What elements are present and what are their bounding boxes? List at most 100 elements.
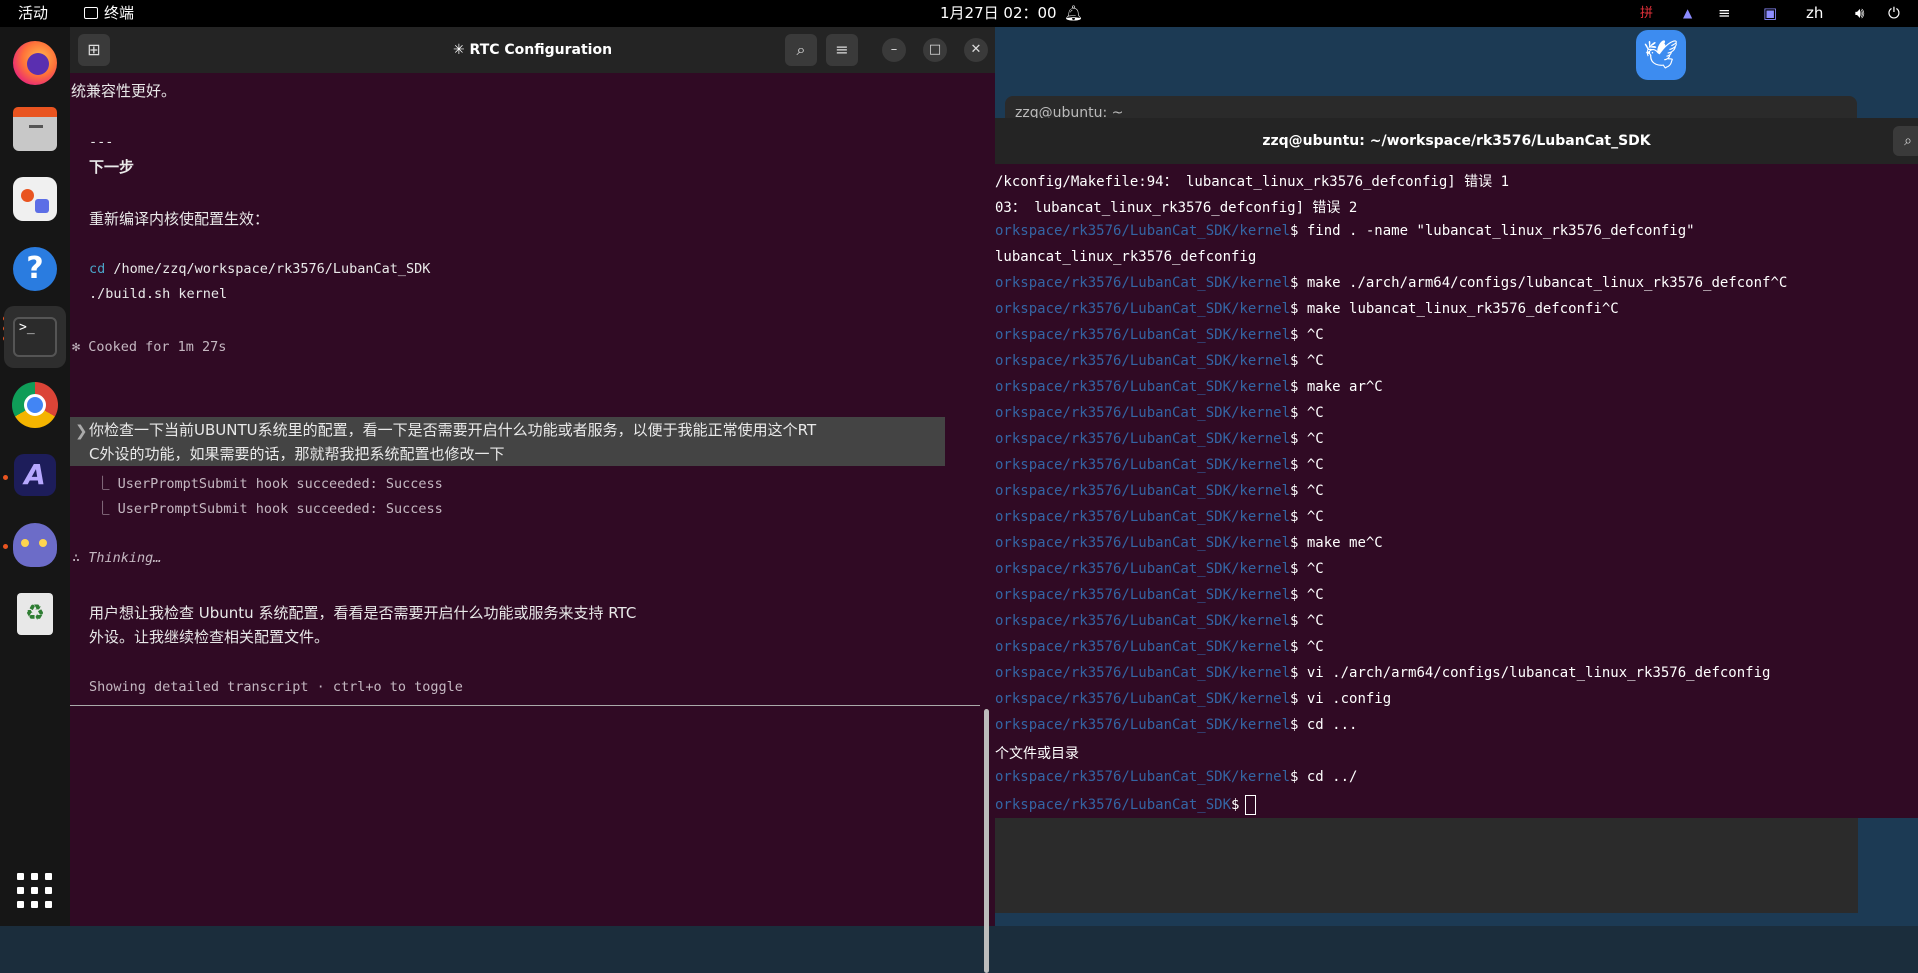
shell-prompt-path: orkspace/rk3576/LubanCat_SDK/kernel [995,431,1291,447]
cat-app-icon[interactable] [11,521,59,569]
bird-app-icon[interactable]: 🕊︎ [1636,30,1686,80]
terminal-line: orkspace/rk3576/LubanCat_SDK/kernel$ ^C [995,405,1324,421]
terminal-line: orkspace/rk3576/LubanCat_SDK/kernel$ vi … [995,691,1391,707]
shell-prompt-path: orkspace/rk3576/LubanCat_SDK/kernel [995,483,1291,499]
input-language[interactable]: zh [1806,0,1823,27]
terminal-text: $ ^C [1290,353,1324,369]
code-keyword: cd [89,261,106,277]
terminal-text: $ ^C [1290,561,1324,577]
shell-terminal-window: zzq@ubuntu: ~/workspace/rk3576/LubanCat_… [995,118,1918,818]
transcript[interactable]: 统兼容性更好。 --- 下一步 重新编译内核使配置生效： cd /home/zz… [70,73,995,973]
firefox-icon[interactable] [11,39,59,87]
terminal-line: orkspace/rk3576/LubanCat_SDK/kernel$ ^C [995,431,1324,447]
app-menu[interactable]: 终端 [84,0,134,27]
claude-tray-icon[interactable]: ▲ [1683,0,1692,27]
terminal-text: $ make lubancat_linux_rk3576_defconfi^C [1290,301,1619,317]
terminal-text: $ ^C [1290,483,1324,499]
shell-prompt-path: orkspace/rk3576/LubanCat_SDK/kernel [995,691,1291,707]
shell-prompt-path: orkspace/rk3576/LubanCat_SDK/kernel [995,223,1291,239]
terminal-text: $ ^C [1290,457,1324,473]
window-header: ⊞ ✳ RTC Configuration ⌕ ≡ – □ ✕ [70,27,995,73]
terminal-line: orkspace/rk3576/LubanCat_SDK/kernel$ ^C [995,353,1324,369]
app-tray-icon[interactable]: ▣ [1763,0,1777,27]
shell-prompt-path: orkspace/rk3576/LubanCat_SDK/kernel [995,561,1291,577]
section-heading: 下一步 [89,158,135,176]
terminal-line: orkspace/rk3576/LubanCat_SDK$ [995,795,1257,815]
chrome-icon[interactable] [11,381,59,429]
terminal-text: $ make ar^C [1290,379,1383,395]
clock[interactable]: 1月27日 02：00 [940,0,1057,27]
code-line: ./build.sh kernel [89,286,228,302]
search-icon[interactable]: ⌕ [1893,126,1918,156]
terminal-text: /kconfig/Makefile:94： lubancat_linux_rk3… [995,174,1510,190]
terminal-text: $ ^C [1290,327,1324,343]
code-arg: /home/zzq/workspace/rk3576/LubanCat_SDK [105,261,431,277]
running-indicator [3,475,8,480]
power-icon[interactable]: ⏻ [1888,0,1900,27]
terminal-line: 03： lubancat_linux_rk3576_defconfig] 错误 … [995,197,1357,217]
background-window-body [995,818,1858,913]
show-apps-icon[interactable] [11,867,59,915]
terminal-line: orkspace/rk3576/LubanCat_SDK/kernel$ cd … [995,769,1357,785]
stats-icon[interactable]: ≡ [1718,0,1731,27]
hook-status: ⎿ UserPromptSubmit hook succeeded: Succe… [96,501,443,517]
terminal-text: $ [1231,797,1240,813]
terminal-text: 个文件或目录 [995,746,1079,762]
hook-status: ⎿ UserPromptSubmit hook succeeded: Succe… [96,476,443,492]
terminal-line: orkspace/rk3576/LubanCat_SDK/kernel$ ^C [995,483,1324,499]
terminal-line: lubancat_linux_rk3576_defconfig [995,249,1256,265]
files-icon[interactable] [11,107,59,155]
help-icon[interactable]: ? [11,245,59,293]
terminal-text: $ ^C [1290,639,1324,655]
shell-prompt-path: orkspace/rk3576/LubanCat_SDK/kernel [995,327,1291,343]
user-prompt-line: 你检查一下当前UBUNTU系统里的配置，看一下是否需要开启什么功能或者服务，以便… [89,421,817,439]
scrollbar[interactable] [984,709,989,973]
minimize-icon[interactable]: – [882,38,906,62]
shell-prompt-path: orkspace/rk3576/LubanCat_SDK/kernel [995,717,1291,733]
menu-icon[interactable]: ≡ [826,34,858,66]
terminal-line: 个文件或目录 [995,743,1079,763]
shell-prompt-path: orkspace/rk3576/LubanCat_SDK/kernel [995,379,1291,395]
terminal-line: orkspace/rk3576/LubanCat_SDK/kernel$ ^C [995,509,1324,525]
bell-icon: 🔔︎ [1064,4,1084,22]
footer-hint: Showing detailed transcript · ctrl+o to … [89,679,463,695]
terminal-text: $ ^C [1290,405,1324,421]
search-icon[interactable]: ⌕ [785,34,817,66]
text-line: 外设。让我继续检查相关配置文件。 [89,628,330,646]
window-header: zzq@ubuntu: ~/workspace/rk3576/LubanCat_… [995,118,1918,164]
terminal-line: orkspace/rk3576/LubanCat_SDK/kernel$ mak… [995,379,1383,395]
claude-icon[interactable]: A [11,451,59,499]
terminal-text: $ ^C [1290,431,1324,447]
app-name: 终端 [104,4,135,22]
terminal-output[interactable]: /kconfig/Makefile:94： lubancat_linux_rk3… [995,164,1918,818]
terminal-text: $ ^C [1290,587,1324,603]
terminal-line: orkspace/rk3576/LubanCat_SDK/kernel$ mak… [995,275,1787,291]
terminal-line: orkspace/rk3576/LubanCat_SDK/kernel$ vi … [995,665,1770,681]
terminal-line: orkspace/rk3576/LubanCat_SDK/kernel$ ^C [995,639,1324,655]
top-bar: 活动 终端 1月27日 02：00 🔔︎ 拼 ▲ ≡ ▣ zh 🔊︎ ⏻ [0,0,1918,27]
shell-prompt-path: orkspace/rk3576/LubanCat_SDK/kernel [995,639,1291,655]
trash-icon[interactable]: ♻ [11,590,59,638]
terminal-text: 03： lubancat_linux_rk3576_defconfig] 错误 … [995,200,1358,216]
claude-terminal-window: ⊞ ✳ RTC Configuration ⌕ ≡ – □ ✕ 统兼容性更好。 … [70,27,995,973]
close-icon[interactable]: ✕ [964,38,988,62]
terminal-text: $ ^C [1290,613,1324,629]
terminal-text: $ cd ... [1290,717,1358,733]
text-line: 重新编译内核使配置生效： [89,210,270,228]
terminal-icon [84,6,98,19]
ime-icon[interactable]: 拼 [1640,0,1653,27]
prompt-chevron-icon: ❯ [75,422,88,440]
shell-prompt-path: orkspace/rk3576/LubanCat_SDK/kernel [995,509,1291,525]
divider-text: --- [89,134,114,150]
terminal-text: $ find . -name "lubancat_linux_rk3576_de… [1290,223,1695,239]
maximize-icon[interactable]: □ [923,38,947,62]
shell-prompt-path: orkspace/rk3576/LubanCat_SDK/kernel [995,301,1291,317]
terminal-line: /kconfig/Makefile:94： lubancat_linux_rk3… [995,171,1509,191]
terminal-line: orkspace/rk3576/LubanCat_SDK/kernel$ ^C [995,561,1324,577]
app-center-icon[interactable] [11,175,59,223]
terminal-icon[interactable]: >_ [4,306,66,368]
shell-prompt-path: orkspace/rk3576/LubanCat_SDK/kernel [995,535,1291,551]
terminal-text: $ vi ./arch/arm64/configs/lubancat_linux… [1290,665,1771,681]
activities-button[interactable]: 活动 [18,0,48,27]
volume-icon[interactable]: 🔊︎ [1855,0,1864,27]
